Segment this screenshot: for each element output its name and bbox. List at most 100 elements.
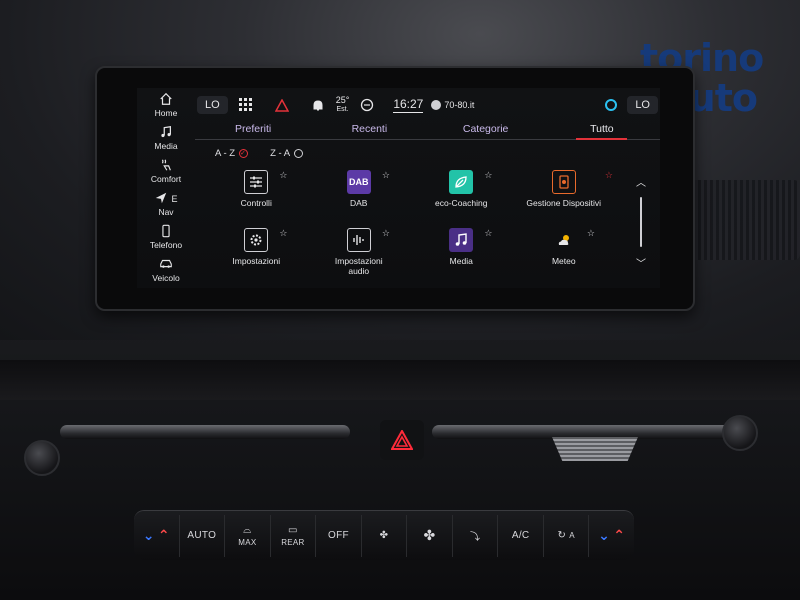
navigation-arrow-icon xyxy=(156,192,167,203)
tab-preferiti[interactable]: Preferiti xyxy=(195,120,311,139)
app-label: Impostazioni xyxy=(232,256,281,266)
temp-arrows-icon: ⌄ ⌃ xyxy=(142,527,170,543)
chevron-up-icon[interactable]: ︿ xyxy=(636,174,646,189)
auto-label: AUTO xyxy=(187,530,217,541)
favorite-star-icon[interactable]: ☆ xyxy=(382,228,390,239)
favorite-star-icon[interactable]: ☆ xyxy=(484,228,492,239)
airflow-mode-button[interactable]: ⤵ xyxy=(453,514,499,557)
app-controlli[interactable]: Controlli ☆ xyxy=(205,168,308,226)
right-temp-pill[interactable]: LO xyxy=(627,96,658,114)
app-label: DAB xyxy=(350,198,368,208)
favorite-star-icon[interactable]: ☆ xyxy=(587,228,595,239)
temperature-sub: Est. xyxy=(336,106,349,113)
favorite-star-icon[interactable]: ☆ xyxy=(382,170,390,181)
device-manager-icon xyxy=(551,170,576,194)
sort-za[interactable]: Z - A xyxy=(270,148,304,159)
auto-button[interactable]: AUTO xyxy=(180,514,226,557)
fan-large-icon: ✤ xyxy=(423,527,436,543)
front-defrost-icon: ⌓ xyxy=(243,524,252,536)
sort-za-label: Z - A xyxy=(270,148,291,159)
favorite-star-icon[interactable]: ☆ xyxy=(279,228,287,239)
favorite-star-icon[interactable]: ☆ xyxy=(484,170,492,181)
sort-az-label: A - Z xyxy=(215,148,236,159)
hazard-button[interactable] xyxy=(380,420,424,460)
rear-label: REAR xyxy=(281,537,305,547)
audio-bars-icon xyxy=(346,228,371,252)
phone-icon xyxy=(162,224,170,237)
recirc-a-label: A xyxy=(569,531,575,540)
app-grid-icon[interactable] xyxy=(238,97,254,113)
nav-item-media[interactable]: Media xyxy=(137,121,195,154)
right-vent-knob[interactable] xyxy=(722,415,758,451)
app-meteo[interactable]: Meteo ☆ xyxy=(513,226,616,284)
chevron-down-icon[interactable]: ﹀ xyxy=(636,255,646,270)
right-vent-bar[interactable] xyxy=(432,425,732,439)
music-note-icon xyxy=(449,228,474,252)
seat-heat-icon xyxy=(161,158,171,171)
nav-item-home[interactable]: Home xyxy=(137,88,195,121)
rear-defrost-button[interactable]: ▭ REAR xyxy=(271,514,317,557)
fan-down-button[interactable]: ✤ xyxy=(362,514,408,557)
nav-item-veicolo[interactable]: Veicolo xyxy=(137,253,195,286)
ac-button[interactable]: A/C xyxy=(498,514,544,557)
voice-assistant-icon[interactable] xyxy=(605,99,618,111)
warning-icon[interactable] xyxy=(274,97,290,113)
bell-icon[interactable] xyxy=(310,97,326,113)
scrollbar[interactable]: ︿ ﹀ xyxy=(634,174,648,270)
category-tabs: Preferiti Recenti Categorie Tutto xyxy=(195,120,660,140)
left-temp-adjust[interactable]: ⌄ ⌃ xyxy=(134,514,180,557)
leaf-icon xyxy=(449,170,474,194)
favorite-star-icon[interactable]: ☆ xyxy=(605,170,613,181)
left-vent-knob[interactable] xyxy=(24,440,60,476)
radio-station-icon xyxy=(431,100,442,110)
app-dab[interactable]: DAB DAB ☆ xyxy=(308,168,411,226)
app-label: eco-Coaching xyxy=(435,198,488,208)
radio-station[interactable]: 70-80.it xyxy=(431,100,474,110)
ac-label: A/C xyxy=(511,530,530,541)
off-label: OFF xyxy=(328,530,349,541)
weather-icon xyxy=(552,228,576,252)
recirculation-button[interactable]: ↻ A xyxy=(544,514,590,557)
app-label: Meteo xyxy=(551,256,576,266)
app-impostazioni[interactable]: Impostazioni ☆ xyxy=(205,226,308,284)
nav-row: E xyxy=(154,191,178,207)
nav-label-media: Media xyxy=(154,140,178,151)
max-defrost-button[interactable]: ⌓ MAX xyxy=(225,514,271,557)
tab-recenti[interactable]: Recenti xyxy=(311,120,427,139)
nav-item-telefono[interactable]: Telefono xyxy=(137,220,195,253)
airflow-seat-icon: ⤵ xyxy=(469,532,481,543)
sort-az[interactable]: A - Z ✓ xyxy=(215,148,249,159)
nav-label-comfort: Comfort xyxy=(150,173,182,184)
sort-options: A - Z ✓ Z - A xyxy=(215,148,304,159)
temperature-value: 25° xyxy=(335,95,350,105)
app-impostazioni-audio[interactable]: Impostazioni audio ☆ xyxy=(308,226,411,284)
dab-icon: DAB xyxy=(346,170,371,194)
app-gestione-dispositivi[interactable]: Gestione Dispositivi ☆ xyxy=(513,168,616,226)
nav-item-nav[interactable]: E Nav xyxy=(137,187,195,220)
favorite-star-icon[interactable]: ☆ xyxy=(279,170,287,181)
climate-control-panel: ⌄ ⌃ AUTO ⌓ MAX ▭ REAR OFF ✤ ✤ ⤵ A/C ↻ A … xyxy=(134,510,634,560)
radio-empty-icon xyxy=(294,149,304,158)
app-label: Controlli xyxy=(240,198,272,208)
app-label: Impostazioni audio xyxy=(334,256,383,276)
left-temp-pill[interactable]: LO xyxy=(197,96,228,114)
tab-categorie[interactable]: Categorie xyxy=(428,120,544,139)
max-label: MAX xyxy=(238,537,257,547)
side-nav: Home Media Comfort E Nav Telefono Veicol… xyxy=(137,88,195,288)
temp-arrows-icon: ⌄ ⌃ xyxy=(598,527,626,543)
status-bar: LO 25° Est. 16:27 70-80.it LO xyxy=(195,92,660,118)
right-temp-adjust[interactable]: ⌄ ⌃ xyxy=(589,515,634,557)
left-vent-bar[interactable] xyxy=(60,425,350,439)
app-label: Gestione Dispositivi xyxy=(526,198,602,208)
off-button[interactable]: OFF xyxy=(316,514,362,557)
tab-tutto[interactable]: Tutto xyxy=(544,120,660,140)
nav-label-home: Home xyxy=(154,107,178,118)
app-media[interactable]: Media ☆ xyxy=(410,226,513,284)
app-eco-coaching[interactable]: eco-Coaching ☆ xyxy=(410,168,513,226)
nav-item-comfort[interactable]: Comfort xyxy=(137,154,195,187)
fan-up-button[interactable]: ✤ xyxy=(407,514,453,557)
scroll-track[interactable] xyxy=(640,197,642,247)
rear-defrost-icon: ▭ xyxy=(288,524,298,536)
connected-services-icon[interactable] xyxy=(359,97,375,113)
sliders-icon xyxy=(244,170,269,194)
